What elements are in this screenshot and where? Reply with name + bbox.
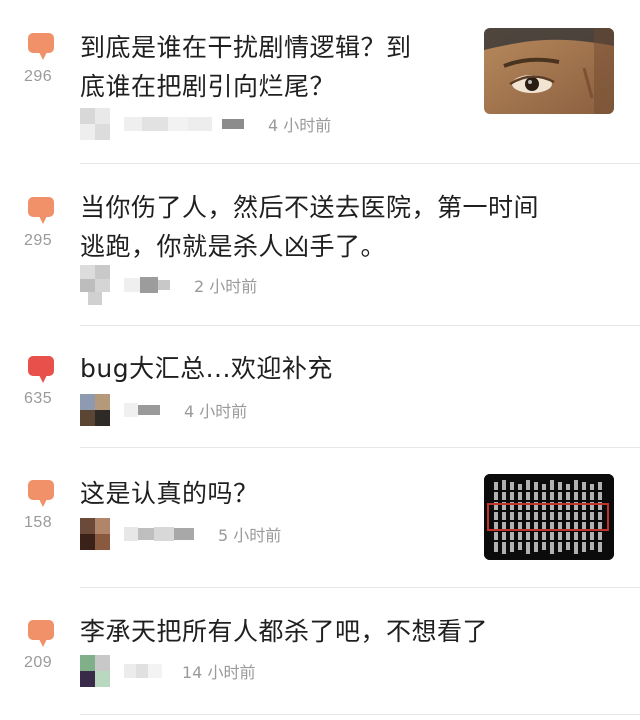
list-item[interactable]: 635 bug大汇总...欢迎补充 4 小时前 xyxy=(0,326,640,448)
reply-count: 635 xyxy=(24,390,53,407)
face-closeup-icon xyxy=(484,28,614,114)
post-meta: 14 小时前 xyxy=(80,651,255,691)
username-blurred[interactable] xyxy=(124,527,194,541)
post-title[interactable]: 这是认真的吗？ xyxy=(80,474,259,513)
avatar[interactable] xyxy=(80,265,110,305)
username-blurred[interactable] xyxy=(124,403,160,417)
username-blurred[interactable] xyxy=(124,117,244,131)
post-time: 4 小时前 xyxy=(268,116,332,135)
post-feed: 296 到底是谁在干扰剧情逻辑？到 底谁在把剧引向烂尾？ 4 小时前 295 当… xyxy=(0,0,640,720)
post-title[interactable]: 当你伤了人，然后不送去医院，第一时间 逃跑，你就是杀人凶手了。 xyxy=(80,188,539,266)
username-blurred[interactable] xyxy=(124,277,170,293)
reply-count: 209 xyxy=(24,654,53,671)
post-meta: 4 小时前 xyxy=(80,104,331,144)
avatar[interactable] xyxy=(80,394,110,426)
post-time: 4 小时前 xyxy=(184,402,248,421)
comment-bubble-icon xyxy=(28,620,54,647)
post-time: 14 小时前 xyxy=(182,663,256,682)
list-item[interactable]: 158 这是认真的吗？ 5 小时前 xyxy=(0,448,640,588)
post-title[interactable]: bug大汇总...欢迎补充 xyxy=(80,349,333,388)
post-title[interactable]: 到底是谁在干扰剧情逻辑？到 底谁在把剧引向烂尾？ xyxy=(80,28,412,106)
post-meta: 5 小时前 xyxy=(80,514,281,554)
post-time: 2 小时前 xyxy=(194,277,258,296)
reply-count: 296 xyxy=(24,68,53,85)
divider xyxy=(80,714,640,715)
comment-bubble-icon xyxy=(28,356,54,383)
username-blurred[interactable] xyxy=(124,664,162,678)
avatar[interactable] xyxy=(80,518,110,550)
thumbnail-image[interactable] xyxy=(484,28,614,114)
post-meta: 2 小时前 xyxy=(80,265,257,305)
text-document-icon xyxy=(484,474,614,560)
comment-bubble-icon xyxy=(28,197,54,224)
list-item[interactable]: 296 到底是谁在干扰剧情逻辑？到 底谁在把剧引向烂尾？ 4 小时前 xyxy=(0,0,640,164)
post-time: 5 小时前 xyxy=(218,526,282,545)
reply-count: 158 xyxy=(24,514,53,531)
post-meta: 4 小时前 xyxy=(80,390,247,430)
list-item[interactable]: 209 李承天把所有人都杀了吧，不想看了 14 小时前 xyxy=(0,588,640,720)
list-item[interactable]: 295 当你伤了人，然后不送去医院，第一时间 逃跑，你就是杀人凶手了。 2 小时… xyxy=(0,164,640,326)
comment-bubble-icon xyxy=(28,480,54,507)
thumbnail-image[interactable] xyxy=(484,474,614,560)
post-title[interactable]: 李承天把所有人都杀了吧，不想看了 xyxy=(80,612,488,651)
avatar[interactable] xyxy=(80,108,110,140)
reply-count: 295 xyxy=(24,232,53,249)
comment-bubble-icon xyxy=(28,33,54,60)
avatar[interactable] xyxy=(80,655,110,687)
